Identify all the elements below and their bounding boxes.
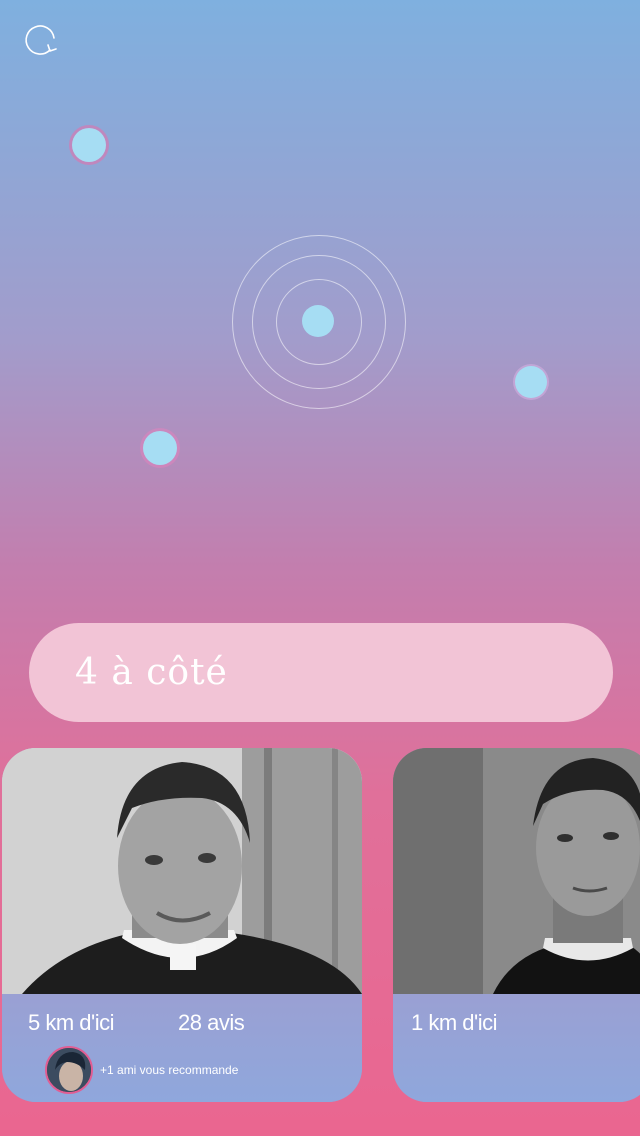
- friend-recommendation: +1 ami vous recommande: [100, 1063, 239, 1077]
- nearby-count-label: 4 à côté: [75, 652, 228, 693]
- profile-info: 5 km d'ici 28 avis +1 ami vous recommand…: [2, 994, 362, 1102]
- profile-distance: 5 km d'ici: [28, 1010, 115, 1035]
- profile-card[interactable]: 1 km d'ici: [393, 748, 640, 1102]
- nearby-user-dot[interactable]: [143, 431, 177, 465]
- profile-photo-illustration: [2, 748, 362, 994]
- profile-photo: [2, 748, 362, 994]
- nearby-user-dot[interactable]: [515, 366, 547, 398]
- profile-card[interactable]: 5 km d'ici 28 avis +1 ami vous recommand…: [2, 748, 362, 1102]
- radar-map: [0, 0, 640, 600]
- profile-reviews[interactable]: 28 avis: [178, 1010, 245, 1036]
- friend-avatar-illustration: [47, 1048, 91, 1092]
- my-location-dot: [302, 305, 334, 337]
- friend-avatar[interactable]: [45, 1046, 93, 1094]
- profile-photo-illustration: [393, 748, 640, 994]
- nearby-count-banner: 4 à côté: [29, 623, 613, 722]
- nearby-user-dot[interactable]: [72, 128, 106, 162]
- profile-distance: 1 km d'ici: [411, 1010, 498, 1035]
- profile-info: 1 km d'ici: [393, 994, 640, 1102]
- profile-photo: [393, 748, 640, 994]
